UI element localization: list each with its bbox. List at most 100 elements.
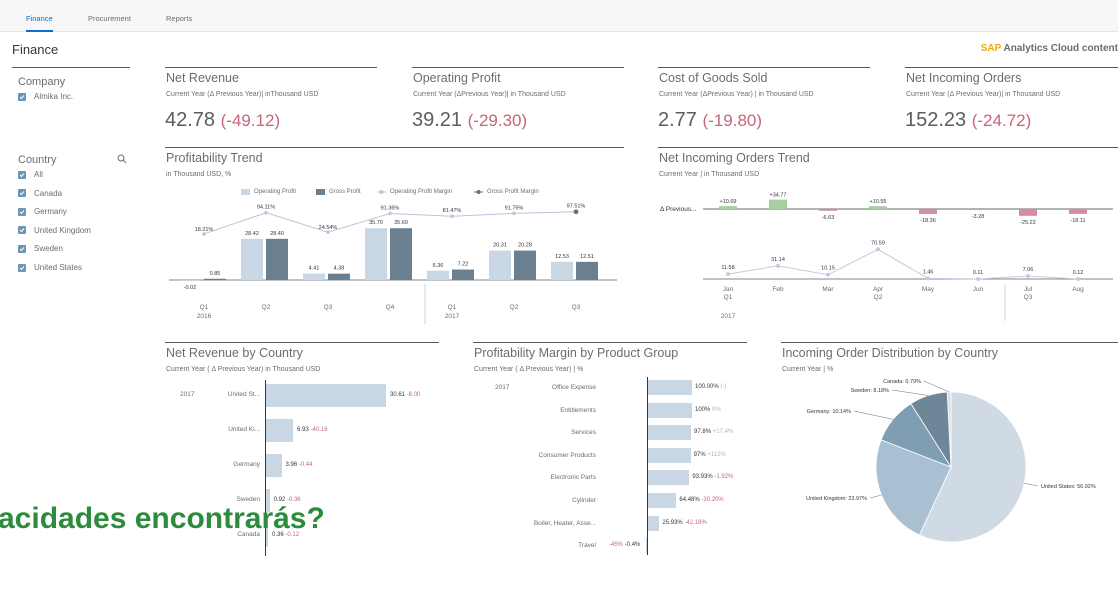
orders-value-label: 1.46 <box>923 269 934 275</box>
orders-value-label: 10.15 <box>821 266 835 272</box>
month-tick-label: Aug <box>1072 286 1084 293</box>
category-label: Germany <box>233 461 260 468</box>
quarter-tick-label: Q3 <box>1024 294 1033 301</box>
legend-operating-profit[interactable]: Operating Profit <box>241 189 296 195</box>
legend-label: Gross Profit Margin <box>487 189 539 195</box>
pie-leader-line <box>869 494 882 499</box>
orders-value-label: 0.12 <box>1073 270 1084 276</box>
orders-point <box>1076 276 1080 281</box>
country-option-label: Sweden <box>34 244 63 254</box>
bar-margin <box>648 447 691 463</box>
pie-leader-line <box>891 389 929 396</box>
legend-label: Operating Profit Margin <box>390 189 453 195</box>
revenue-by-country-subtitle: Current Year ( Δ Previous Year) in Thous… <box>166 366 321 373</box>
overlay-caption: acidades encontrarás? <box>0 502 325 535</box>
value-label-gross-profit: 4.38 <box>334 266 345 272</box>
legend-line-dot-icon <box>377 189 386 195</box>
bar-net-revenue <box>266 454 282 477</box>
bar-net-revenue <box>266 384 386 407</box>
kpi-value-net-incoming-orders: 152.23 (-24.72) <box>905 109 1032 131</box>
year-tick-label: 2017 <box>721 313 736 320</box>
month-tick-label: Feb <box>772 286 784 293</box>
bar-gross-profit <box>204 278 226 280</box>
delta-value-label: +10.69 <box>720 199 737 205</box>
value-label: 93.93% -1.92% <box>692 474 733 480</box>
filter-divider <box>12 67 130 68</box>
quarter-tick-label: Q1 <box>724 294 733 301</box>
margin-point <box>388 211 392 216</box>
tab-procurement[interactable]: Procurement <box>88 0 131 32</box>
country-option-label: Germany <box>34 207 67 217</box>
delta-number: (-) <box>720 384 727 390</box>
orders-value-label: 11.58 <box>721 265 734 271</box>
country-option[interactable]: Germany <box>18 207 67 216</box>
category-label: Services <box>571 429 596 437</box>
pie-slice-label: Canada: 0.79% <box>883 379 921 385</box>
x-year-label: 2016 <box>197 313 212 320</box>
bar-net-revenue <box>266 419 294 442</box>
tab-bar: Finance Procurement Reports <box>0 0 1118 32</box>
month-tick-label: Jul <box>1024 286 1033 293</box>
delta-bar <box>819 209 837 211</box>
country-option-label: United Kingdom <box>34 225 91 235</box>
category-label: Office Expense <box>552 384 596 391</box>
x-tick-label: Q4 <box>386 304 395 311</box>
company-option-almika[interactable]: Almika Inc. <box>18 92 73 101</box>
category-label: United Ki... <box>228 426 260 433</box>
tab-reports[interactable]: Reports <box>166 0 192 32</box>
checkbox-checked-icon <box>18 189 26 198</box>
country-option[interactable]: All <box>18 170 43 179</box>
category-label: Boiler, Heater, Asse... <box>533 519 596 527</box>
delta-value-label: -25.22 <box>1020 220 1036 226</box>
brand-logo: SAP Analytics Cloud content <box>980 43 1118 54</box>
country-option[interactable]: United Kingdom <box>18 226 91 235</box>
pie-slice-label: United States: 56.92% <box>1041 484 1096 490</box>
section-divider <box>781 342 1118 343</box>
orders-value-label: 7.06 <box>1023 267 1034 273</box>
country-option[interactable]: United States <box>18 263 82 272</box>
kpi-divider <box>905 67 1118 68</box>
margin-by-product-subtitle: Current Year ( Δ Previous Year) | % <box>474 366 584 373</box>
value-label: 100% 0% <box>695 407 721 413</box>
order-distribution-title: Incoming Order Distribution by Country <box>782 346 999 360</box>
bar-margin <box>648 493 677 508</box>
margin-value-label: 94.11% <box>257 205 275 211</box>
kpi-divider <box>658 67 870 68</box>
kpi-subtitle: Current Year (ΔPrevious Year)| in Thousa… <box>413 91 566 98</box>
month-tick-label: Jun <box>973 286 984 293</box>
tab-finance[interactable]: Finance <box>26 0 53 32</box>
bar-gross-profit <box>452 269 474 280</box>
bar-operating-profit <box>551 261 573 280</box>
value-number: 100.00% <box>695 384 721 390</box>
delta-number: -8.00 <box>406 392 421 398</box>
orders-point <box>826 272 830 277</box>
profitability-trend-subtitle: in Thousand USD, % <box>166 171 232 178</box>
country-option[interactable]: Sweden <box>18 244 63 253</box>
delta-bar <box>769 199 787 209</box>
legend-gross-profit-margin[interactable]: Gross Profit Margin <box>474 189 539 195</box>
value-label: 6.93 -40.16 <box>297 427 327 433</box>
value-label: 97.8% +17.4% <box>694 429 733 435</box>
checkbox-checked-icon <box>18 263 26 272</box>
delta-number: +17.4% <box>712 429 734 436</box>
delta-number: -40.16 <box>310 427 328 433</box>
country-option-label: United States <box>34 263 83 272</box>
margin-by-product-title: Profitability Margin by Product Group <box>474 346 679 360</box>
value-label: 100.00% (-) <box>695 384 726 390</box>
value-label-operating-profit: 20.31 <box>493 243 507 249</box>
search-icon[interactable] <box>117 154 127 164</box>
month-tick-label: Mar <box>822 286 834 293</box>
section-divider <box>473 342 747 343</box>
legend-label: Gross Profit <box>329 189 361 195</box>
x-tick-label: Q3 <box>324 304 333 311</box>
bar-gross-profit <box>576 261 598 280</box>
country-option[interactable]: Canada <box>18 189 62 198</box>
delta-number: -45% <box>609 542 625 549</box>
category-label: Consumer Products <box>538 451 596 459</box>
legend-operating-profit-margin[interactable]: Operating Profit Margin <box>377 189 452 195</box>
country-filter-title: Country <box>18 154 57 166</box>
legend-gross-profit[interactable]: Gross Profit <box>316 189 361 195</box>
delta-number: -42.16% <box>684 519 707 526</box>
bar-margin <box>648 380 692 395</box>
delta-number: -0.44 <box>298 462 313 468</box>
